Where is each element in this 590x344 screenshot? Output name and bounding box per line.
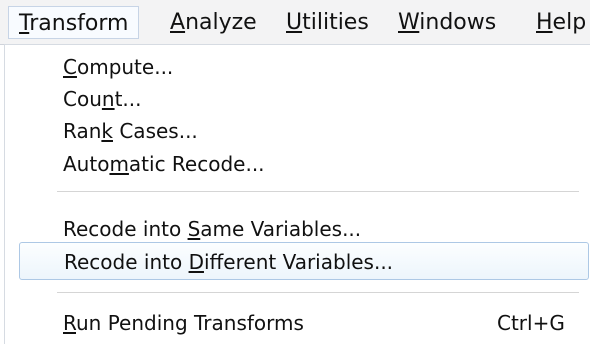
menu-item-run-pending-transforms[interactable]: Run Pending Transforms: [63, 311, 304, 335]
menu-item-mnemonic: R: [63, 311, 76, 335]
menu-item-text-post: ompute...: [76, 55, 174, 79]
menu-item-mnemonic: C: [63, 55, 77, 79]
menu-item-text-pre: Recode into: [63, 217, 188, 241]
menu-label-post: indows: [419, 10, 497, 35]
utilities-menu[interactable]: Utilities: [286, 6, 369, 39]
windows-menu[interactable]: Windows: [398, 6, 496, 39]
menu-item-rank-cases[interactable]: Rank Cases...: [63, 119, 198, 143]
keyboard-shortcut: Ctrl+G: [497, 311, 565, 335]
menu-separator: [57, 292, 579, 293]
menu-item-text-pre: Ran: [63, 119, 102, 143]
menu-label-post: ransform: [29, 11, 129, 36]
menu-label-mnemonic: T: [19, 11, 30, 36]
menu-label-post: tilities: [302, 10, 369, 35]
menu-label-post: elp: [552, 10, 587, 35]
menu-item-text-post: Cases...: [112, 119, 198, 143]
menu-label-mnemonic: H: [536, 10, 553, 35]
menu-item-recode-different-variables[interactable]: Recode into Different Variables...: [64, 250, 393, 274]
menu-item-mnemonic: S: [187, 217, 201, 241]
menu-item-compute[interactable]: Compute...: [63, 55, 173, 79]
menu-item-text-post: ifferent Variables...: [203, 250, 394, 274]
menu-label-post: nalyze: [185, 10, 257, 35]
menu-screen: Transform Analyze Utilities Windows Help…: [0, 0, 590, 344]
menu-label-mnemonic: W: [398, 10, 420, 35]
menu-label-mnemonic: U: [286, 10, 303, 35]
menu-item-count[interactable]: Count...: [63, 87, 142, 111]
transform-dropdown-menu: Compute... Count... Rank Cases... Automa…: [4, 44, 590, 344]
menu-item-text-post: ame Variables...: [200, 217, 362, 241]
menu-separator: [57, 191, 579, 192]
menu-item-text-pre: Auto: [63, 152, 110, 176]
menu-item-text-post: un Pending Transforms: [76, 311, 304, 335]
menu-item-text-post: atic Recode...: [128, 152, 265, 176]
menu-item-mnemonic: n: [101, 87, 115, 111]
menu-item-text-pre: Recode into: [64, 250, 189, 274]
highlighted-menu-row[interactable]: Recode into Different Variables...: [19, 242, 589, 280]
menu-item-mnemonic: D: [188, 250, 204, 274]
menu-item-recode-same-variables[interactable]: Recode into Same Variables...: [63, 217, 361, 241]
transform-menu[interactable]: Transform: [8, 6, 140, 39]
menu-label-mnemonic: A: [170, 10, 186, 35]
menu-item-mnemonic: m: [109, 152, 129, 176]
menu-item-text-post: t...: [114, 87, 142, 111]
menu-item-text-pre: Cou: [63, 87, 102, 111]
menu-item-mnemonic: k: [101, 119, 113, 143]
analyze-menu[interactable]: Analyze: [170, 6, 257, 39]
menu-bar: Transform Analyze Utilities Windows Help: [0, 0, 590, 45]
menu-item-automatic-recode[interactable]: Automatic Recode...: [63, 152, 265, 176]
help-menu[interactable]: Help: [536, 6, 586, 39]
